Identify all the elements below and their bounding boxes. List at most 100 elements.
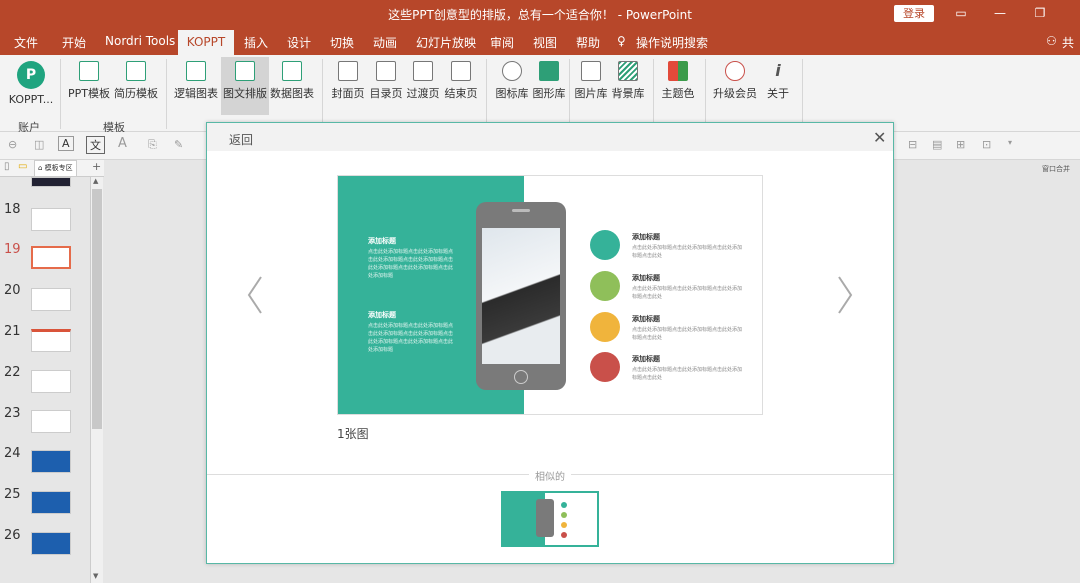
image-text-layout-button[interactable]: 图文排版	[221, 57, 269, 115]
background-library-label: 背景库	[611, 87, 645, 100]
resume-template-button[interactable]: 简历模板	[114, 61, 158, 101]
menu-view[interactable]: 视图	[533, 34, 557, 51]
ribbon-display-icon[interactable]: ▭	[951, 4, 971, 22]
phone-home-button	[514, 370, 528, 384]
toolbar-icon[interactable]: ⊟	[908, 138, 917, 151]
menu-insert[interactable]: 插入	[244, 34, 268, 51]
tab-template-zone[interactable]: ⌂ 模板专区	[34, 160, 77, 177]
toc-page-icon	[376, 61, 396, 81]
slide-thumbnail[interactable]	[31, 450, 71, 473]
ppt-template-button[interactable]: PPT模板	[68, 61, 110, 101]
toolbar-icon[interactable]: ◫	[34, 138, 44, 151]
shape-library-button[interactable]: 图形库	[531, 61, 567, 101]
slide-thumbnail[interactable]	[31, 329, 71, 352]
menu-design[interactable]: 设计	[287, 34, 311, 51]
slide-thumbnail[interactable]	[31, 532, 71, 555]
share-button[interactable]: 共	[1062, 34, 1074, 51]
ribbon: P KOPPT... 账户 PPT模板 简历模板 模板 逻辑图表 图文排版 数据…	[0, 55, 1080, 134]
toolbar-icon[interactable]: ⊡	[982, 138, 991, 151]
transition-page-button[interactable]: 过渡页	[405, 61, 441, 101]
slide-number: 18	[4, 202, 21, 217]
icon-library-button[interactable]: 图标库	[494, 61, 530, 101]
minimize-icon[interactable]: —	[990, 4, 1010, 22]
toolbar-more-icon[interactable]: ▾	[1008, 138, 1012, 147]
cover-page-button[interactable]: 封面页	[330, 61, 366, 101]
add-tab-icon[interactable]: +	[92, 160, 101, 173]
previous-arrow-icon[interactable]	[245, 275, 265, 315]
item-text-3: 点击此处添加标题点击此处添加标题点击此处添加标题点击此处	[632, 327, 743, 341]
eyedropper-icon[interactable]: ✎	[174, 138, 183, 151]
theme-color-button[interactable]: 主题色	[660, 61, 696, 101]
data-chart-button[interactable]: 数据图表	[270, 61, 314, 101]
template-preview-dialog: 返回 ✕ 添加标题 点击此处添加标题点击此处添加标题点击此处添加标题点击此处添加…	[206, 122, 894, 564]
menu-review[interactable]: 审阅	[490, 34, 514, 51]
logic-chart-button[interactable]: 逻辑图表	[174, 61, 218, 101]
folder-icon[interactable]: ▭	[18, 161, 27, 172]
title-bar: 这些PPT创意型的排版，总有一个适合你！ - PowerPoint 登录 ▭ —…	[0, 0, 1080, 28]
similar-template-thumbnail[interactable]	[501, 491, 599, 547]
transition-page-icon	[413, 61, 433, 81]
slide-thumbnail[interactable]	[31, 288, 71, 311]
toolbar-icon[interactable]: ⊞	[956, 138, 965, 151]
picture-library-button[interactable]: 图片库	[573, 61, 609, 101]
item-title-1: 添加标题	[632, 233, 660, 241]
phone-screen-photo	[482, 228, 560, 364]
shape-library-label: 图形库	[532, 87, 566, 100]
slide-thumbnail[interactable]	[31, 208, 71, 231]
back-button[interactable]: 返回	[229, 131, 253, 148]
upgrade-member-button[interactable]: 升级会员	[712, 61, 758, 101]
tab-koppt[interactable]: KOPPT	[178, 30, 234, 55]
background-library-button[interactable]: 背景库	[610, 61, 646, 101]
end-page-button[interactable]: 结束页	[443, 61, 479, 101]
toc-page-label: 目录页	[369, 87, 403, 100]
menu-slideshow[interactable]: 幻灯片放映	[416, 34, 476, 51]
close-icon[interactable]: ✕	[873, 128, 886, 147]
text-direction-icon[interactable]: 文	[86, 136, 105, 154]
slide-thumbnail[interactable]	[31, 491, 71, 514]
scroll-down-icon[interactable]: ▼	[93, 572, 98, 580]
item-title-2: 添加标题	[632, 274, 660, 282]
window-merge-button[interactable]: 窗口合并	[1042, 164, 1070, 174]
item-title-4: 添加标题	[632, 355, 660, 363]
slide-thumbnail[interactable]	[31, 370, 71, 393]
koppt-account-button[interactable]: P KOPPT...	[8, 61, 54, 106]
ribbon-separator	[486, 59, 487, 129]
menu-home[interactable]: 开始	[62, 34, 86, 51]
about-button[interactable]: i 关于	[764, 61, 792, 101]
menu-transitions[interactable]: 切换	[330, 34, 354, 51]
page-icon[interactable]: ▯	[4, 161, 10, 172]
ribbon-separator	[705, 59, 706, 129]
thumb-phone	[536, 499, 554, 537]
scroll-up-icon[interactable]: ▲	[93, 177, 98, 185]
tell-me-search[interactable]: 操作说明搜索	[636, 34, 708, 51]
toc-page-button[interactable]: 目录页	[368, 61, 404, 101]
slide-number-selected: 19	[4, 242, 21, 257]
login-button[interactable]: 登录	[894, 5, 934, 22]
next-arrow-icon[interactable]	[835, 275, 855, 315]
cover-page-label: 封面页	[331, 87, 365, 100]
menu-animations[interactable]: 动画	[373, 34, 397, 51]
slide-preview[interactable]: 添加标题 点击此处添加标题点击此处添加标题点击此处添加标题点击此处添加标题点击此…	[337, 175, 763, 415]
textbox-icon[interactable]: A	[58, 136, 74, 151]
toolbar-icon[interactable]: ⎘	[148, 138, 157, 152]
menu-help[interactable]: 帮助	[576, 34, 600, 51]
font-color-icon[interactable]: A	[118, 136, 127, 151]
slide-thumbnail[interactable]	[31, 410, 71, 433]
icon-library-icon	[502, 61, 522, 81]
thumbnail-scrollbar[interactable]: ▲ ▼	[90, 177, 103, 583]
menu-nordri-tools[interactable]: Nordri Tools	[105, 34, 175, 48]
restore-icon[interactable]: ❐	[1030, 4, 1050, 22]
scrollbar-thumb[interactable]	[92, 189, 102, 429]
slide-thumbnail-panel: ▯ ▭ ⌂ 模板专区 + 18 19 20 21 22 23 24 25 26 …	[0, 160, 104, 583]
phone-mockup	[476, 202, 566, 390]
thumb-dot	[561, 532, 567, 538]
picture-library-label: 图片库	[574, 87, 608, 100]
toolbar-icon[interactable]: ▤	[932, 138, 942, 151]
slide-thumbnail[interactable]	[31, 177, 71, 187]
menu-file[interactable]: 文件	[14, 34, 38, 51]
slide-number: 26	[4, 528, 21, 543]
slide-number: 25	[4, 487, 21, 502]
slide-thumbnail-selected[interactable]	[31, 246, 71, 269]
toolbar-icon[interactable]: ⊖	[8, 138, 17, 151]
image-text-layout-icon	[235, 61, 255, 81]
